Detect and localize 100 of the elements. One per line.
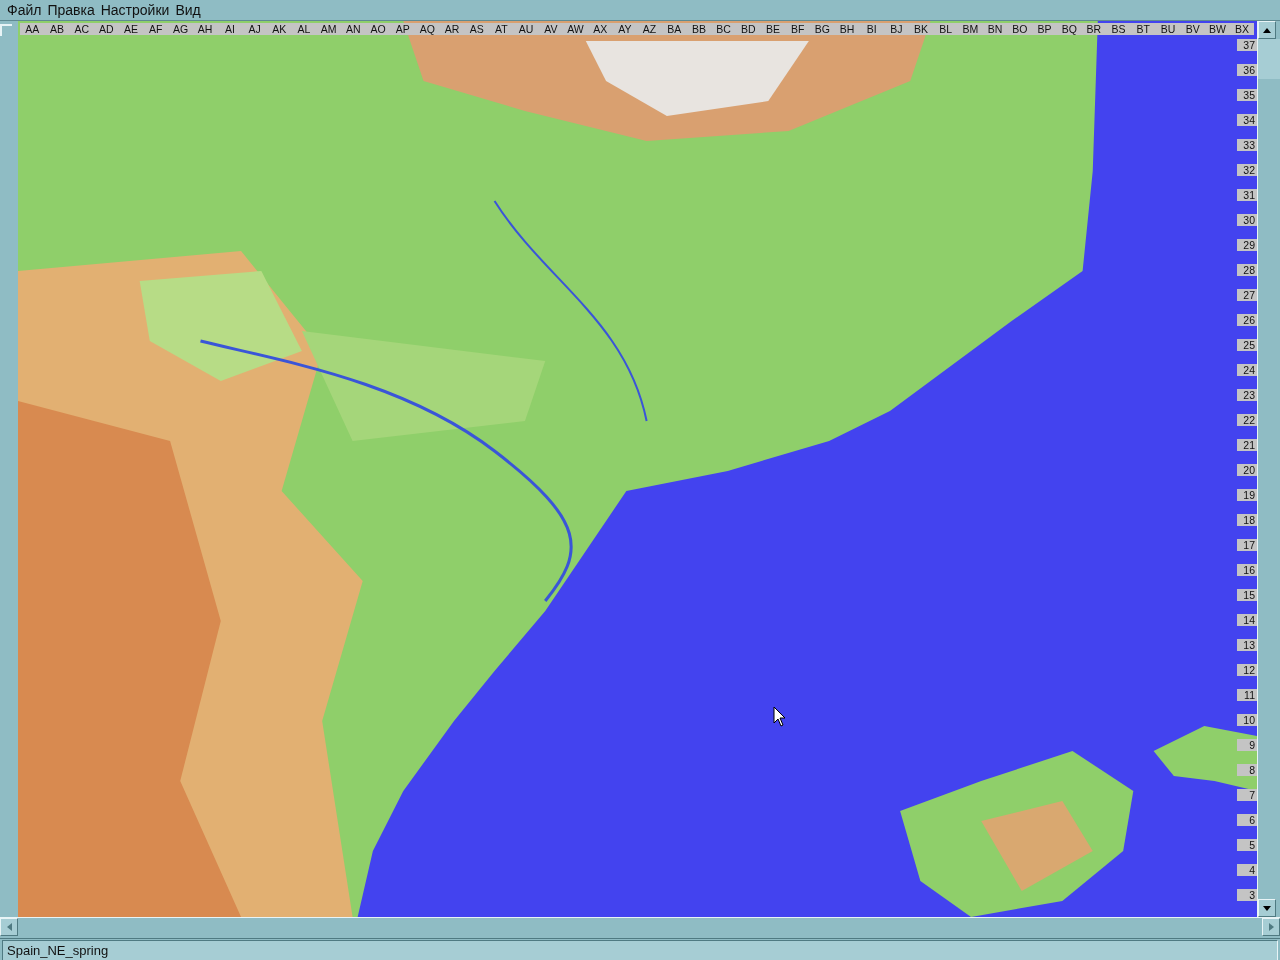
row-label: 19 (1237, 489, 1257, 501)
column-label: AA (20, 23, 45, 35)
row-label: 29 (1237, 239, 1257, 251)
column-label: AU (513, 23, 539, 35)
row-label: 16 (1237, 564, 1257, 576)
column-label: BX (1229, 23, 1255, 35)
column-label: BH (834, 23, 860, 35)
row-label: 4 (1237, 864, 1257, 876)
menu-item[interactable]: Вид (172, 2, 204, 18)
column-label: AB (44, 23, 70, 35)
menu-item[interactable]: Настройки (97, 2, 173, 18)
pointer-icon (773, 706, 787, 728)
column-label: AK (266, 23, 292, 35)
row-label: 3 (1237, 889, 1257, 901)
status-text: Spain_NE_spring (7, 942, 109, 959)
row-label: 23 (1237, 389, 1257, 401)
column-label: BB (686, 23, 712, 35)
column-label: BA (661, 23, 687, 35)
right-arrow-icon (1268, 923, 1274, 931)
row-label: 12 (1237, 664, 1257, 676)
menu-item[interactable]: Правка (44, 2, 98, 18)
column-label: AZ (637, 23, 662, 35)
column-label: AI (217, 23, 243, 35)
row-label: 28 (1237, 264, 1257, 276)
column-label: BW (1205, 23, 1230, 35)
column-label: BL (933, 23, 959, 35)
row-label: 31 (1237, 189, 1257, 201)
row-label: 15 (1237, 589, 1257, 601)
column-label: AF (143, 23, 169, 35)
row-label: 21 (1237, 439, 1257, 451)
column-label: BG (810, 23, 835, 35)
column-label: BS (1106, 23, 1131, 35)
column-label: BP (1032, 23, 1057, 35)
row-label: 6 (1237, 814, 1257, 826)
row-label: 7 (1237, 789, 1257, 801)
column-label: BJ (884, 23, 909, 35)
scroll-up-button[interactable] (1258, 21, 1276, 39)
column-label: BF (785, 23, 810, 35)
column-label: AP (390, 23, 415, 35)
column-label: AG (168, 23, 193, 35)
row-label: 24 (1237, 364, 1257, 376)
column-label: BK (908, 23, 934, 35)
scroll-left-button[interactable] (0, 918, 18, 936)
scroll-thumb[interactable] (1258, 39, 1280, 79)
column-label: AL (291, 23, 317, 35)
column-label: AX (587, 23, 613, 35)
row-label: 27 (1237, 289, 1257, 301)
column-label: BC (711, 23, 736, 35)
column-label: AE (118, 23, 144, 35)
row-label: 32 (1237, 164, 1257, 176)
column-label: BM (958, 23, 983, 35)
column-label: AW (563, 23, 588, 35)
row-label: 20 (1237, 464, 1257, 476)
row-label: 13 (1237, 639, 1257, 651)
column-label: BT (1130, 23, 1156, 35)
row-label: 5 (1237, 839, 1257, 851)
column-label: AR (439, 23, 465, 35)
row-label: 36 (1237, 64, 1257, 76)
column-label: AO (365, 23, 391, 35)
down-arrow-icon (1263, 905, 1271, 911)
row-label: 37 (1237, 39, 1257, 51)
column-label: BR (1081, 23, 1107, 35)
column-label: AY (612, 23, 638, 35)
column-label: AJ (242, 23, 267, 35)
column-label: AN (340, 23, 366, 35)
row-label: 8 (1237, 764, 1257, 776)
left-arrow-icon (6, 923, 12, 931)
row-label: 17 (1237, 539, 1257, 551)
row-label: 30 (1237, 214, 1257, 226)
up-arrow-icon (1263, 27, 1271, 33)
column-label: AH (192, 23, 218, 35)
row-label: 14 (1237, 614, 1257, 626)
column-label: AM (316, 23, 341, 35)
column-label: BU (1155, 23, 1181, 35)
column-label: AD (94, 23, 119, 35)
column-label: AV (538, 23, 564, 35)
row-label: 18 (1237, 514, 1257, 526)
column-label: BV (1180, 23, 1205, 35)
row-label: 35 (1237, 89, 1257, 101)
column-label: BI (859, 23, 885, 35)
scroll-down-button[interactable] (1258, 899, 1276, 917)
column-label: BQ (1056, 23, 1082, 35)
row-label: 26 (1237, 314, 1257, 326)
row-label: 34 (1237, 114, 1257, 126)
row-label: 11 (1237, 689, 1257, 701)
column-label: BD (735, 23, 761, 35)
column-label: BN (982, 23, 1008, 35)
column-label: AT (489, 23, 514, 35)
scroll-right-button[interactable] (1262, 918, 1280, 936)
column-label: BO (1007, 23, 1033, 35)
column-label: BE (760, 23, 786, 35)
column-label: AS (464, 23, 490, 35)
scroll-thumb[interactable] (0, 24, 12, 36)
row-label: 25 (1237, 339, 1257, 351)
column-label: AC (69, 23, 95, 35)
row-label: 9 (1237, 739, 1257, 751)
menu-item[interactable]: Файл (4, 2, 45, 18)
row-label: 33 (1237, 139, 1257, 151)
row-label: 22 (1237, 414, 1257, 426)
column-label: AQ (415, 23, 440, 35)
